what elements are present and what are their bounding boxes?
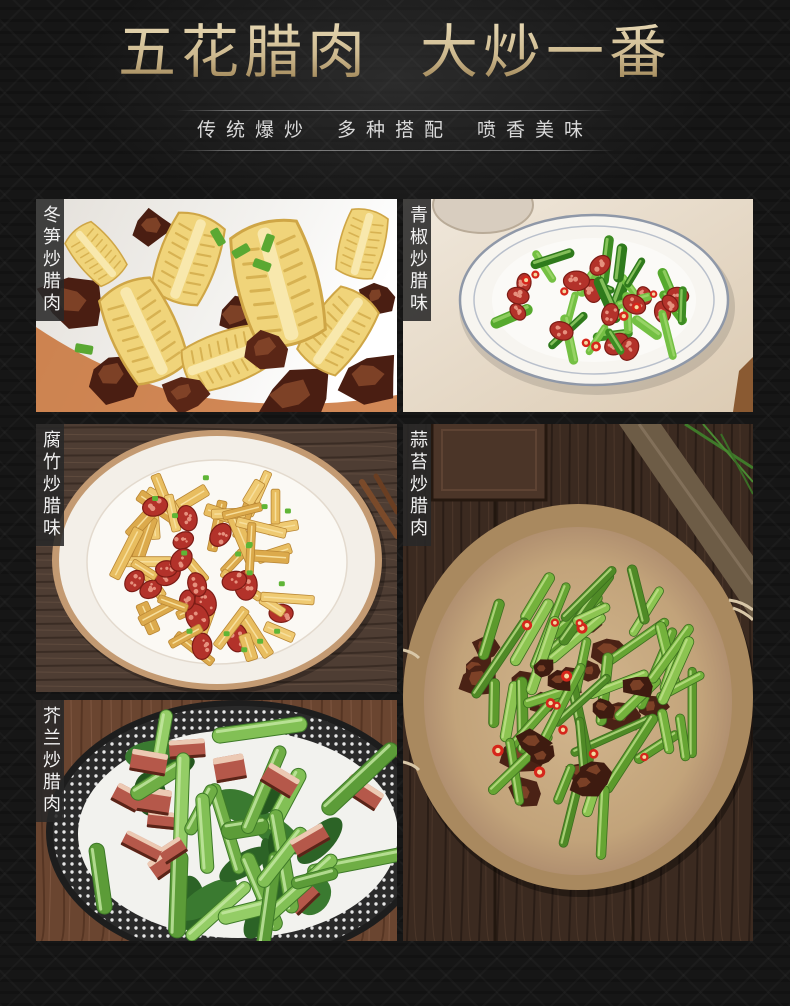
- sausage-slice: [191, 632, 213, 660]
- chili-seed: [621, 313, 626, 319]
- scallion-piece: [202, 475, 209, 481]
- scallion-piece: [172, 513, 178, 519]
- subtitle-phrase: 多种搭配: [336, 119, 453, 141]
- garlic-stem: [488, 678, 500, 729]
- wooden-box: [430, 424, 548, 502]
- dish-label: 芥兰炒腊肉: [36, 700, 64, 822]
- red-chili-piece: [575, 619, 584, 628]
- subtitle: 传统爆炒 多种搭配 喷香美味: [0, 115, 790, 145]
- food-illustration: [403, 424, 753, 941]
- red-chili-piece: [560, 287, 569, 296]
- divider-top: [176, 110, 614, 111]
- chili-seed: [577, 621, 582, 625]
- dish-label: 腐竹炒腊味: [36, 424, 64, 546]
- scallion-piece: [261, 504, 268, 510]
- tofu-skin-stick: [252, 549, 290, 564]
- red-chili-piece: [581, 338, 591, 348]
- red-chili-piece: [552, 701, 561, 710]
- chili-seed: [560, 727, 566, 732]
- red-chili-piece: [521, 620, 533, 631]
- red-chili-piece: [649, 290, 658, 298]
- chili-seed: [634, 305, 639, 310]
- dish-photo-bamboo-shoot-bacon: 冬笋炒腊肉: [36, 199, 397, 412]
- red-chili-piece: [561, 670, 573, 682]
- bacon-slice: [212, 753, 247, 784]
- scallion-piece: [241, 647, 248, 653]
- chili-seed: [554, 703, 559, 708]
- title-part-1: 五花腊肉: [118, 18, 371, 86]
- chili-seed: [642, 755, 647, 759]
- scallion-piece: [284, 508, 291, 514]
- red-chili-piece: [619, 311, 629, 321]
- scallion-piece: [181, 550, 188, 556]
- chili-seed: [495, 747, 501, 754]
- scallion-piece: [223, 631, 230, 637]
- chili-seed: [564, 673, 570, 679]
- scallion-piece: [246, 570, 253, 576]
- sausage-fat-dot: [568, 277, 574, 283]
- sausage-fat-dot: [284, 613, 290, 619]
- title-part-2: 大炒一番: [420, 18, 673, 86]
- dish-photo-tofu-skin-sausage: 腐竹炒腊味: [36, 424, 397, 692]
- chili-seed: [593, 344, 599, 349]
- chili-seed: [553, 620, 557, 625]
- chili-seed: [548, 700, 553, 706]
- dish-label: 青椒炒腊味: [403, 199, 431, 321]
- scallion-piece: [186, 628, 193, 634]
- red-chili-piece: [591, 341, 601, 352]
- food-illustration: [36, 199, 397, 412]
- red-chili-piece: [631, 302, 642, 312]
- red-chili-piece: [531, 270, 540, 279]
- red-chili-piece: [550, 618, 560, 627]
- chili-seed: [524, 622, 530, 628]
- chili-seed: [584, 340, 588, 345]
- green-pepper-strip: [677, 286, 687, 326]
- red-chili-piece: [640, 752, 649, 762]
- chili-seed: [562, 289, 567, 294]
- food-illustration: [36, 700, 397, 941]
- sausage-fat-dot: [578, 282, 582, 285]
- chili-seed: [533, 272, 538, 277]
- kale-stem: [168, 849, 189, 939]
- scallion-piece: [152, 496, 159, 501]
- red-chili-piece: [588, 748, 599, 759]
- red-chili-piece: [521, 275, 531, 285]
- dish-label: 冬笋炒腊肉: [36, 199, 64, 321]
- red-chili-piece: [492, 744, 504, 757]
- chili-seed: [651, 292, 656, 296]
- scallion-piece: [245, 543, 252, 549]
- sausage-fat-dot: [570, 274, 574, 278]
- red-chili-piece: [533, 766, 546, 778]
- chili-seed: [524, 278, 529, 283]
- dish-photo-green-pepper-sausage: 青椒炒腊味: [403, 199, 753, 412]
- scallion-piece: [235, 551, 242, 557]
- food-illustration: [403, 199, 753, 412]
- food-illustration: [36, 424, 397, 692]
- red-chili-piece: [558, 724, 568, 735]
- sausage-slice: [562, 270, 591, 292]
- sausage-fat-dot: [573, 276, 578, 282]
- subtitle-phrase: 传统爆炒: [196, 119, 313, 141]
- chili-seed: [537, 769, 543, 775]
- dish-photo-kale-bacon: 芥兰炒腊肉: [36, 700, 397, 941]
- dish-label: 蒜苔炒腊肉: [403, 424, 431, 546]
- scallion-piece: [274, 628, 281, 634]
- scallion-piece: [257, 638, 264, 644]
- divider-bottom: [176, 150, 614, 151]
- scallion-piece: [278, 581, 285, 587]
- sausage-body: [191, 632, 213, 660]
- tofu-skin-stick: [270, 488, 281, 525]
- subtitle-phrase: 喷香美味: [477, 119, 594, 141]
- dish-photo-garlic-stem-bacon: 蒜苔炒腊肉: [403, 424, 753, 941]
- chili-seed: [591, 751, 596, 756]
